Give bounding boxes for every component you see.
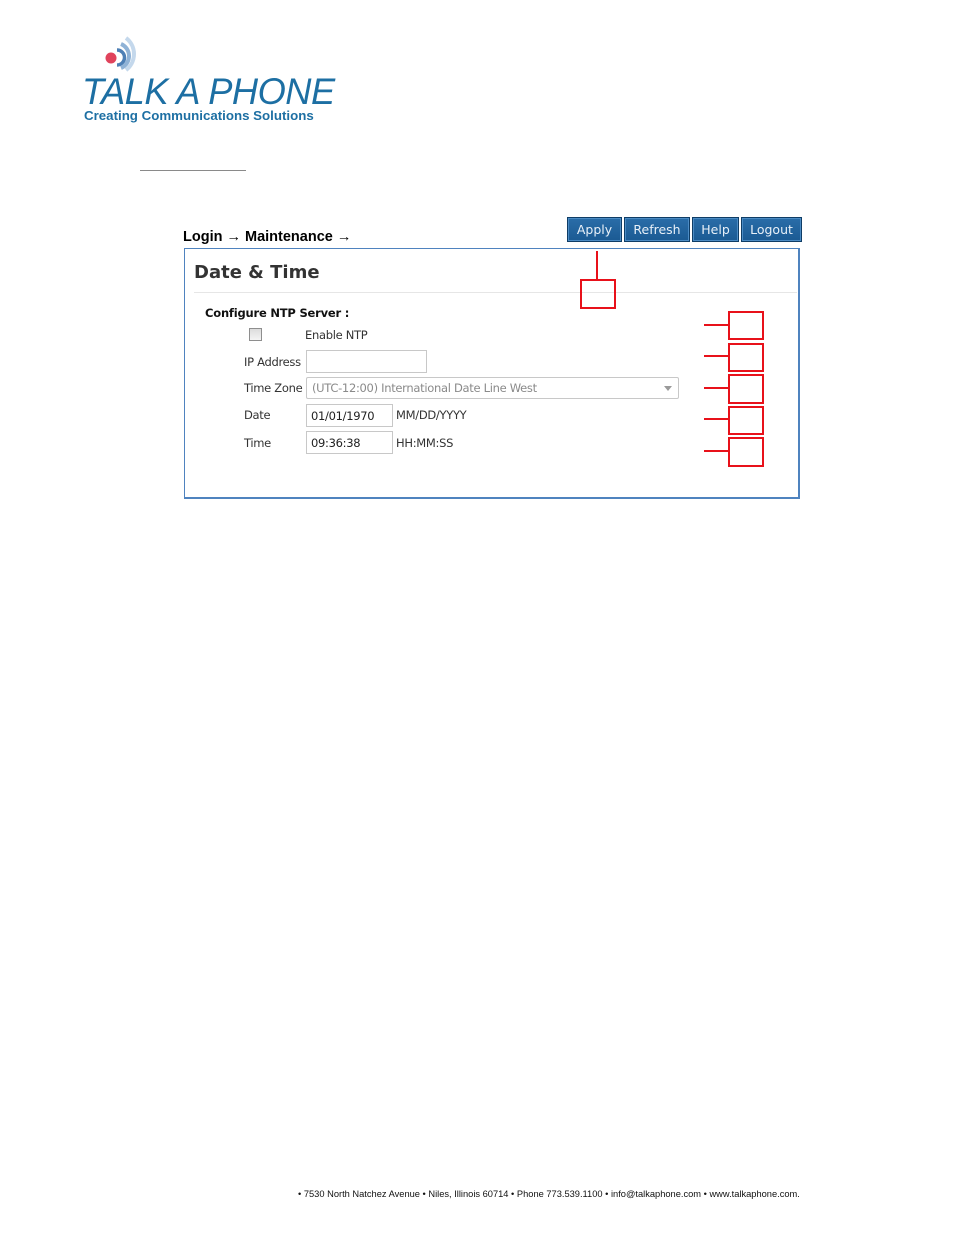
- callout-box-enable-ntp: [728, 311, 764, 340]
- logo-tagline: Creating Communications Solutions: [84, 108, 314, 123]
- help-button[interactable]: Help: [692, 217, 739, 242]
- callout-box-time: [728, 437, 764, 467]
- chevron-down-icon: [664, 386, 672, 391]
- callout-leader-ip-address: [704, 355, 728, 357]
- enable-ntp-checkbox[interactable]: [249, 328, 262, 341]
- callout-box-time-zone: [728, 374, 764, 404]
- logo-title: TALK A PHONE: [82, 71, 335, 112]
- callout-box-date: [728, 406, 764, 435]
- breadcrumb: Login → Maintenance →: [183, 229, 352, 245]
- ip-address-label: IP Address: [244, 355, 301, 369]
- ip-address-input[interactable]: [306, 350, 427, 373]
- footer-address: • 7530 North Natchez Avenue • Niles, Ill…: [298, 1189, 800, 1199]
- apply-button[interactable]: Apply: [567, 217, 622, 242]
- title-divider: [194, 292, 797, 293]
- callout-leader-date: [704, 418, 728, 420]
- section-label: Configure NTP Server :: [205, 306, 350, 320]
- date-format-hint: MM/DD/YYYY: [396, 408, 467, 422]
- time-zone-value: (UTC-12:00) International Date Line West: [312, 381, 537, 395]
- toolbar: Apply Refresh Help Logout: [567, 217, 802, 242]
- time-zone-select[interactable]: (UTC-12:00) International Date Line West: [306, 377, 679, 399]
- heading-underline: [140, 170, 246, 171]
- refresh-button[interactable]: Refresh: [624, 217, 690, 242]
- logout-button[interactable]: Logout: [741, 217, 802, 242]
- time-input[interactable]: 09:36:38: [306, 431, 393, 454]
- time-format-hint: HH:MM:SS: [396, 436, 454, 450]
- callout-box-ip-address: [728, 343, 764, 372]
- time-label: Time: [244, 436, 271, 450]
- logo-signal-icon: [105, 36, 136, 72]
- callout-leader-apply: [596, 251, 598, 280]
- callout-leader-time-zone: [704, 387, 728, 389]
- date-label: Date: [244, 408, 271, 422]
- date-time-panel: [184, 248, 800, 499]
- page-title: Date & Time: [194, 262, 320, 283]
- callout-box-apply: [580, 279, 616, 309]
- date-input[interactable]: 01/01/1970: [306, 404, 393, 427]
- enable-ntp-label: Enable NTP: [305, 328, 368, 342]
- callout-leader-enable-ntp: [704, 324, 728, 326]
- time-zone-label: Time Zone: [244, 381, 303, 395]
- callout-leader-time: [704, 450, 728, 452]
